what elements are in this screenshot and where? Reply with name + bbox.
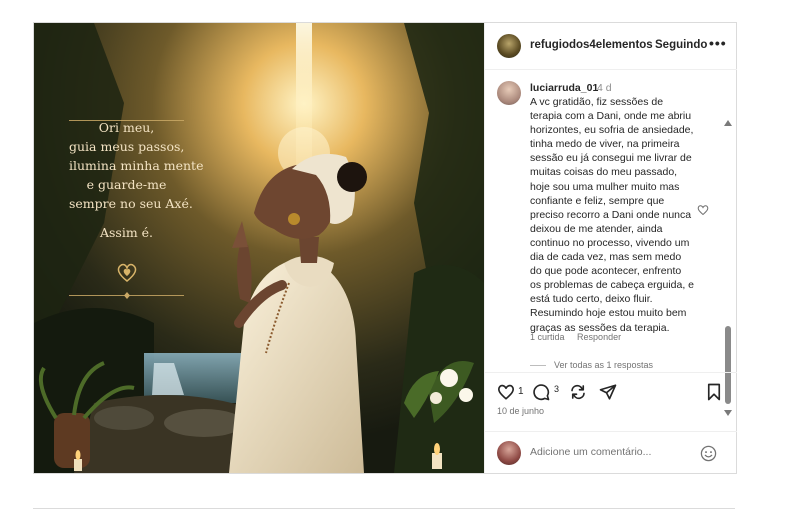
view-replies-label: Ver todas as 1 respostas [554,360,654,370]
comment-like-heart-icon[interactable] [697,204,709,216]
comment-line: tinha medo de viver, na primeira [530,138,680,151]
comment-line: os problemas de cabeça erguida, e [530,279,695,292]
comment-line: confiante e feliz, sempre que [530,194,665,207]
more-options-icon[interactable]: ••• [709,35,727,51]
comments-section: luciarruda_01 4 d A vc gratidão, fiz ses… [485,70,737,416]
save-bookmark-icon[interactable] [706,383,722,401]
scroll-up-arrow-icon[interactable] [724,120,732,126]
comment-input[interactable]: Adicione um comentário... [530,446,651,458]
post-image[interactable]: Ori meu, guia meus passos, ilumina minha… [34,23,484,473]
comment-line: deixou de me atender, ainda [530,222,663,235]
poem-line: ilumina minha mente [69,158,204,173]
replies-dash [530,365,546,367]
author-avatar[interactable] [497,34,521,58]
share-send-icon[interactable] [599,383,617,401]
view-replies-button[interactable]: Ver todas as 1 respostas [530,360,653,370]
comment-text: A vc gratidão, fiz sessões de terapia co… [530,95,700,335]
repost-icon[interactable] [569,383,587,401]
comment-username[interactable]: luciarruda_01 [530,82,598,94]
emoji-icon[interactable] [700,445,717,462]
like-heart-icon[interactable] [497,383,515,401]
comment-line: dia de cada vez, mas sem medo [530,251,682,264]
post-sidebar: refugiodos4elementos Seguindo ••• luciar… [484,23,737,473]
ornament-icon [124,292,130,299]
comment-count[interactable]: 3 [554,384,559,394]
comment-line: sessão eu já consegui me livrar de [530,152,692,165]
action-bar: 1 3 [485,372,737,425]
comment-bubble-icon[interactable] [532,383,550,401]
comment-line: horizontes, eu sofria de ansiedade, [530,124,694,137]
poem-line: guia meus passos, [69,139,185,154]
reply-button[interactable]: Responder [577,332,621,342]
comment-line: preciso recorro a Dani onde nunca [530,208,692,221]
comment-timestamp[interactable]: 4 d [597,82,612,94]
following-button[interactable]: Seguindo [655,39,707,51]
current-user-avatar[interactable] [497,441,521,465]
comment-line: continuo no processo, vivendo um [530,236,690,249]
post-header: refugiodos4elementos Seguindo ••• [485,23,737,70]
comment-line: hoje sou uma mulher muito mas [530,180,680,193]
feed-divider [33,508,735,509]
decorative-heart-icon [117,263,137,282]
poem-closing: Assim é. [99,225,154,240]
comment-line: A vc gratidão, fiz sessões de [530,96,664,108]
poem-line: Ori meu, [98,120,155,135]
commenter-avatar[interactable] [497,81,521,105]
post-date[interactable]: 10 de junho [497,406,544,416]
comment-line: Resumindo hoje estou muito bem [530,307,687,320]
comment-line: muitas coisas do meu passado, [530,166,678,179]
post-photo-illustration [34,23,484,473]
post-card: Ori meu, guia meus passos, ilumina minha… [33,22,737,474]
poem-line: sempre no seu Axé. [69,196,193,211]
like-count[interactable]: 1 [518,386,524,397]
poem-text: Ori meu, guia meus passos, ilumina minha… [69,118,204,242]
author-username[interactable]: refugiodos4elementos [530,39,653,51]
add-comment-bar: Adicione um comentário... [485,431,737,474]
comment-line: está tudo certo, deixo fluir. [530,293,653,306]
comment-line: do que pode acontecer, enfrento [530,265,682,278]
comment-likes-count[interactable]: 1 curtida [530,332,565,342]
comment-meta: 1 curtida Responder [530,332,631,342]
poem-line: e guarde-me [86,177,167,192]
comment-line: terapia com a Dani, onde me abriu [530,110,692,123]
